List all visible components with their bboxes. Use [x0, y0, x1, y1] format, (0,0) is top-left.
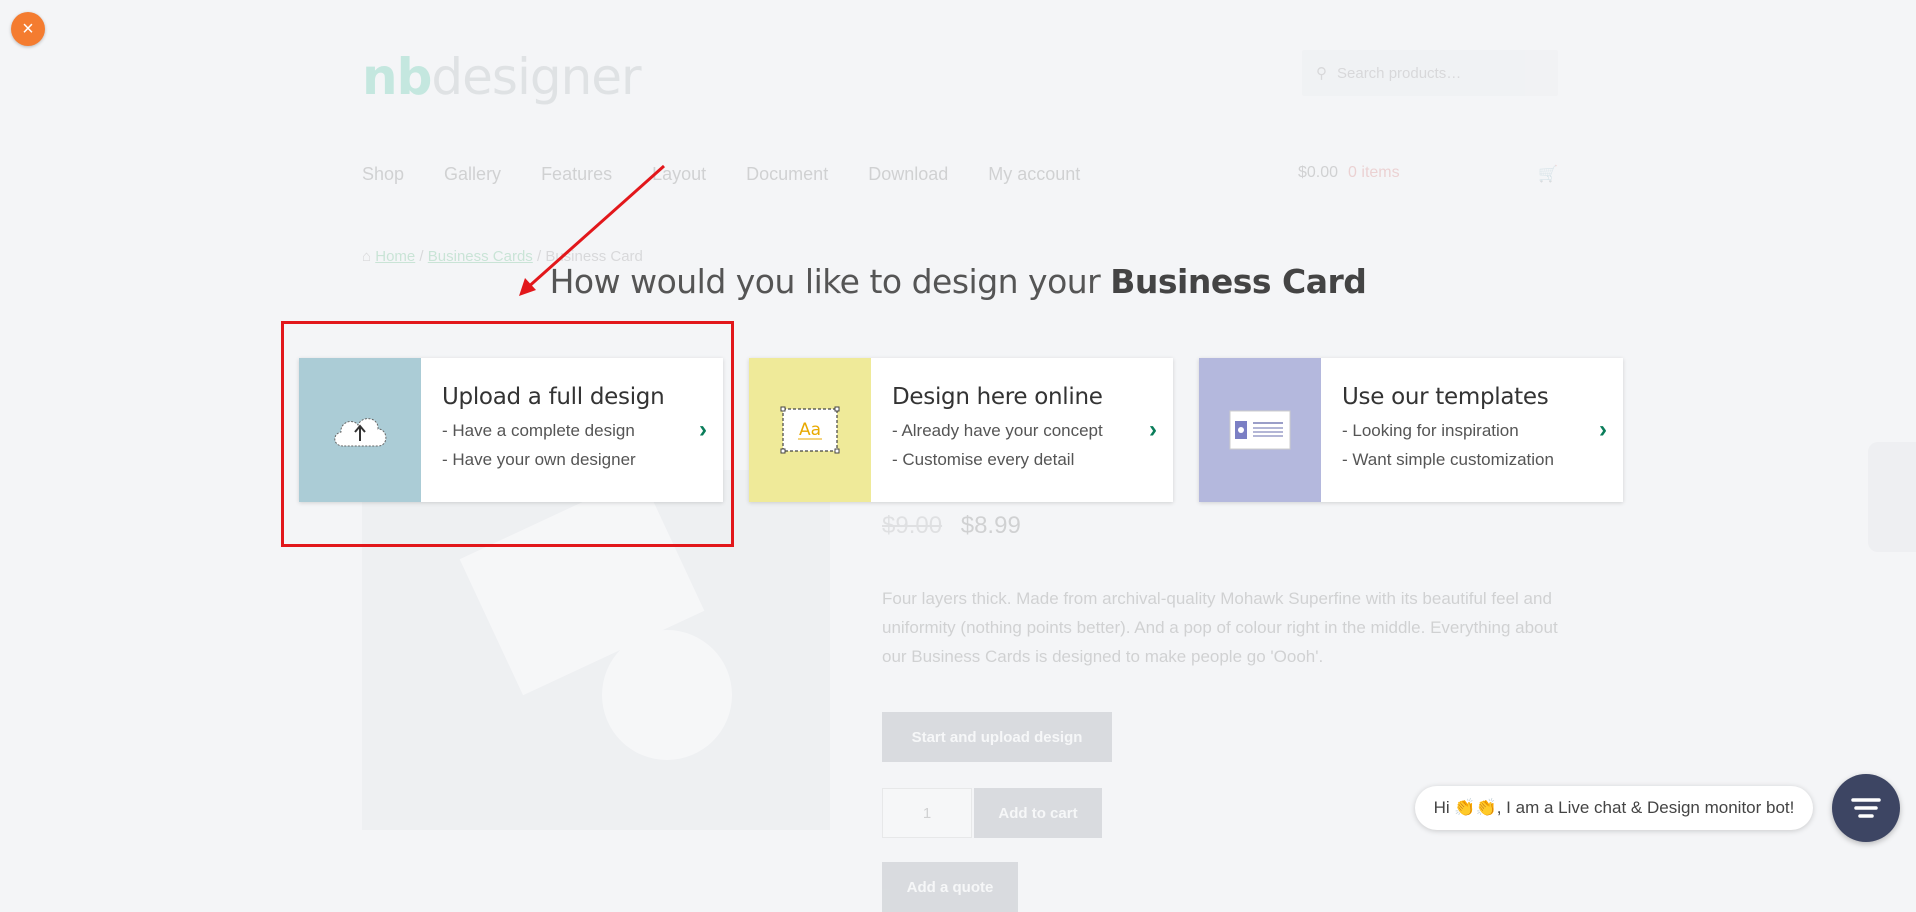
chat-launcher-button[interactable] [1832, 774, 1900, 842]
chat-greeting-text: , I am a Live chat & Design monitor bot! [1496, 798, 1795, 817]
clap-emoji: 👏👏 [1454, 798, 1497, 817]
chat-greeting-prefix: Hi [1433, 798, 1450, 817]
annotation-arrow [519, 164, 665, 296]
menu-lines-icon [1851, 798, 1881, 818]
chat-greeting[interactable]: Hi 👏👏, I am a Live chat & Design monitor… [1415, 786, 1813, 830]
side-tab[interactable] [1868, 442, 1916, 552]
